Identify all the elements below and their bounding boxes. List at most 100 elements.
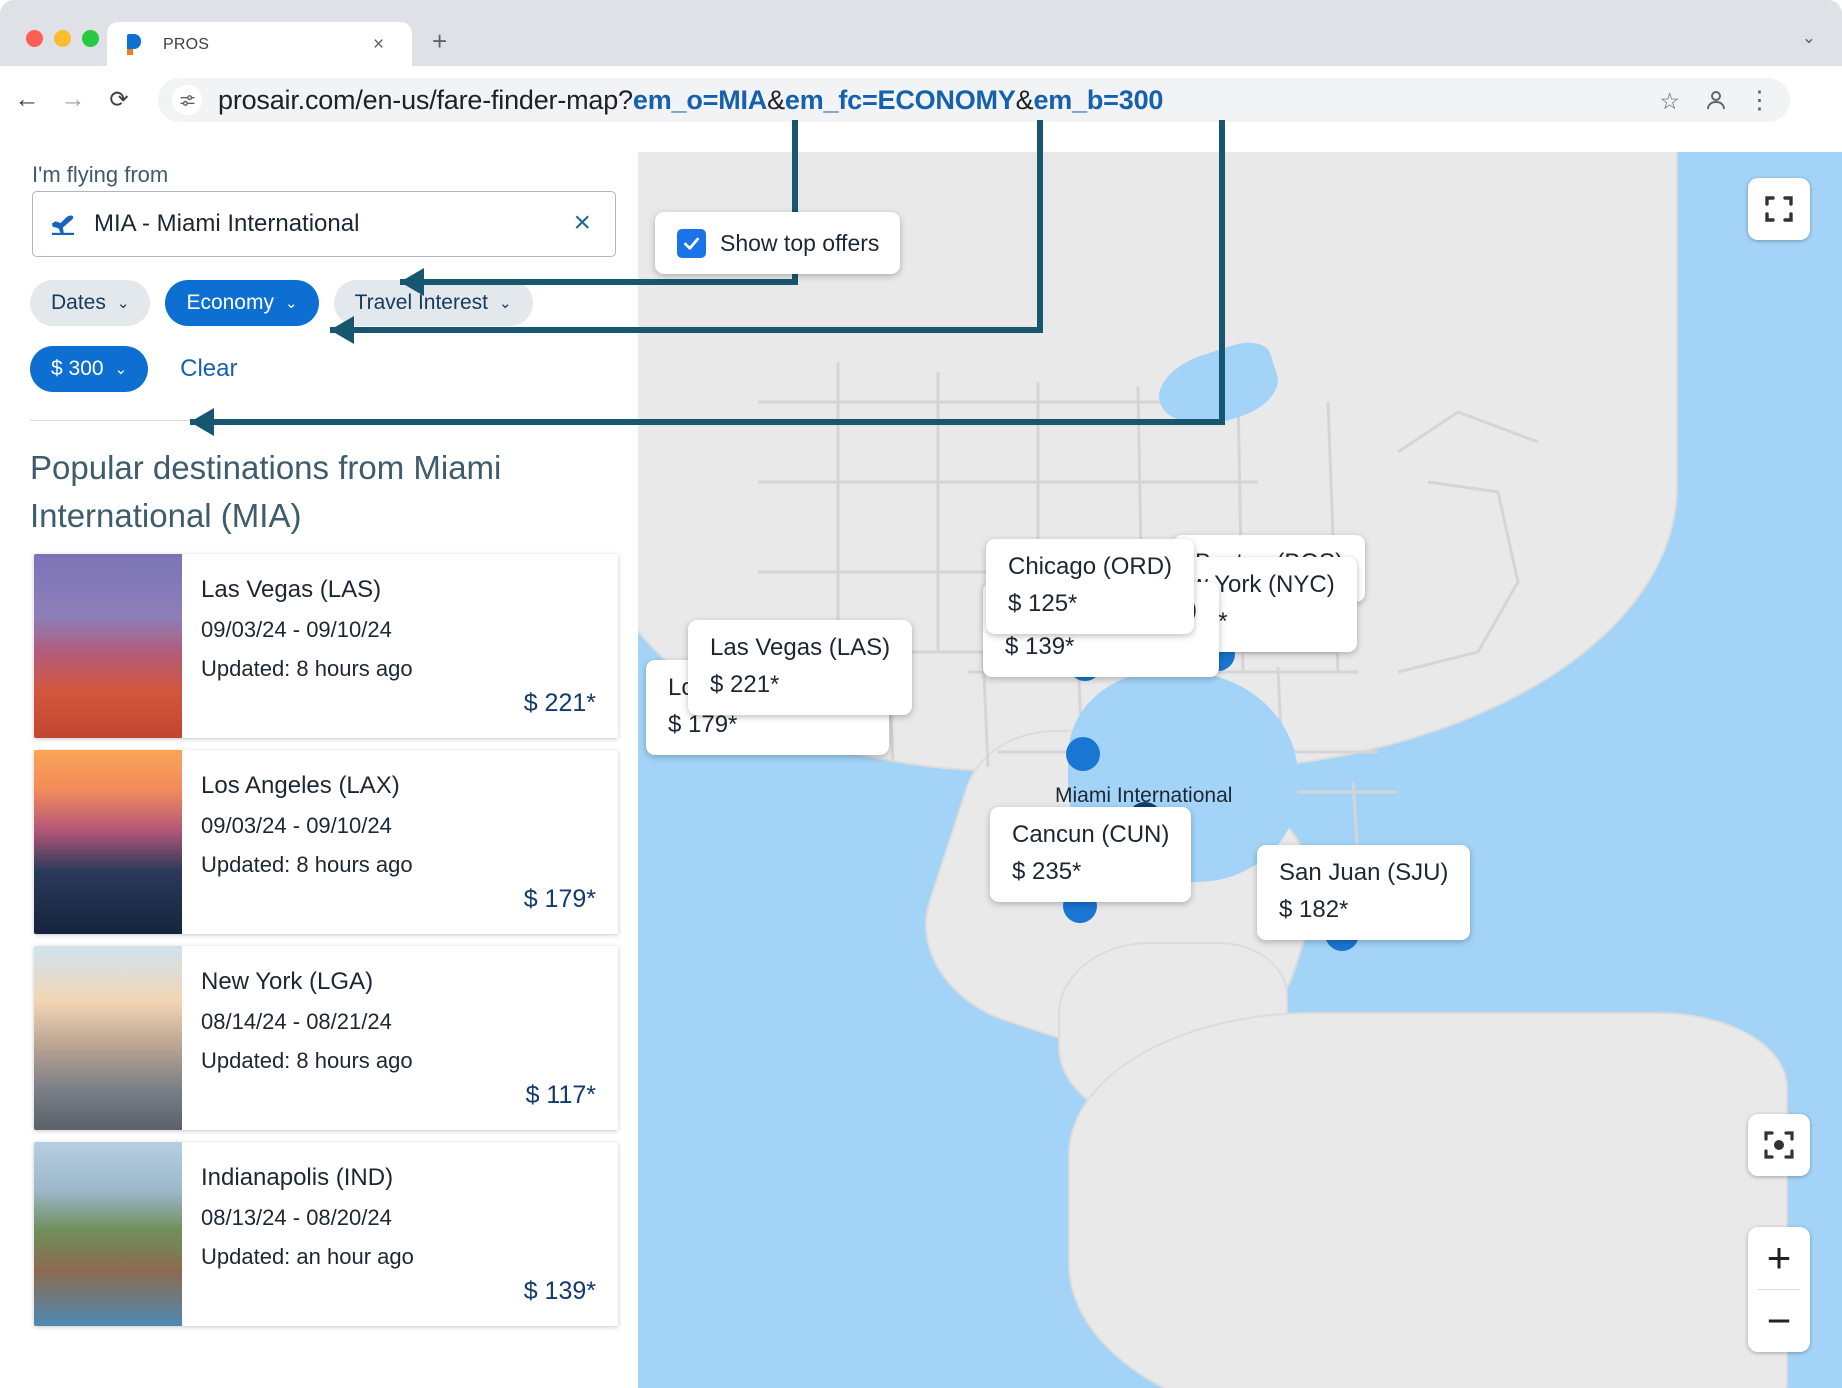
fullscreen-button[interactable]	[1748, 178, 1810, 240]
destination-updated: Updated: 8 hours ago	[201, 656, 413, 681]
url-param-origin: em_o=MIA	[632, 84, 768, 115]
show-top-offers-toggle[interactable]: Show top offers	[655, 212, 900, 274]
close-window-button[interactable]	[26, 30, 43, 47]
map-tooltip-price: $ 221*	[710, 671, 780, 698]
map-tooltip-price: $ 182*	[1279, 896, 1349, 923]
browser-window: PROS × + ⌄ ← → ⟳ prosair.com/en-us/fare-…	[0, 0, 1842, 1388]
filter-chip-travel-interest-label: Travel Interest	[354, 291, 488, 314]
checkbox-checked[interactable]	[677, 228, 706, 258]
page-content: I'm flying from MIA - Miami Internationa…	[0, 132, 1842, 1388]
filter-chips-row-2: $ 300 ⌄ Clear	[30, 346, 238, 392]
los-angeles-skyline-thumbnail	[34, 750, 182, 934]
pros-logo-icon	[127, 34, 147, 55]
list-item[interactable]: New York (LGA) 08/14/24 - 08/21/24 Updat…	[34, 946, 618, 1130]
site-settings-icon[interactable]	[172, 85, 202, 115]
minimize-window-button[interactable]	[54, 30, 71, 47]
destination-price: $ 117*	[525, 1081, 596, 1109]
window-controls	[26, 30, 99, 47]
zoom-out-button[interactable]: −	[1748, 1290, 1810, 1352]
sidebar-divider	[30, 420, 616, 421]
bookmark-star-icon[interactable]: ☆	[1659, 88, 1680, 115]
map-tooltip-san-juan[interactable]: San Juan (SJU) $ 182*	[1257, 845, 1471, 940]
destination-dates: 08/14/24 - 08/21/24	[201, 1009, 392, 1034]
destination-price: $ 179*	[523, 885, 596, 913]
reload-icon[interactable]: ⟳	[104, 84, 134, 114]
destination-updated: Updated: an hour ago	[201, 1244, 414, 1269]
map-tooltip-price: $ 235*	[1012, 858, 1082, 885]
browser-menu-icon[interactable]: ⋮	[1747, 86, 1772, 114]
origin-map-label: Miami International	[1055, 784, 1233, 807]
zoom-controls: + −	[1748, 1227, 1810, 1352]
close-icon[interactable]: ×	[369, 35, 388, 54]
chevron-down-icon: ⌄	[114, 360, 128, 378]
map-tooltip-price: $ 139*	[1005, 633, 1075, 660]
map-tooltip-cancun[interactable]: Cancun (CUN) $ 235*	[990, 807, 1192, 902]
filter-chips-row-1: Dates ⌄ Economy ⌄ Travel Interest ⌄	[30, 280, 533, 326]
filter-chip-travel-interest[interactable]: Travel Interest ⌄	[333, 280, 533, 326]
map-tooltip-name: Chicago (ORD)	[1008, 553, 1173, 580]
map-tooltip-las-vegas[interactable]: Las Vegas (LAS) $ 221*	[688, 620, 913, 715]
chevron-down-icon[interactable]: ⌄	[1802, 28, 1816, 48]
chevron-down-icon: ⌄	[116, 294, 130, 312]
chevron-down-icon: ⌄	[499, 294, 512, 312]
clear-filters-link[interactable]: Clear	[180, 355, 237, 383]
zoom-in-button[interactable]: +	[1748, 1227, 1810, 1289]
map-tooltip-name: San Juan (SJU)	[1279, 859, 1449, 886]
destination-price: $ 139*	[523, 1277, 596, 1305]
flying-from-label: I'm flying from	[32, 162, 169, 187]
clear-origin-icon[interactable]: ×	[573, 206, 591, 240]
las-vegas-skyline-thumbnail	[34, 554, 182, 738]
map-pin-las-vegas[interactable]	[1066, 737, 1100, 771]
list-item[interactable]: Indianapolis (IND) 08/13/24 - 08/20/24 U…	[34, 1142, 618, 1326]
chevron-down-icon: ⌄	[284, 294, 298, 312]
destination-price: $ 221*	[523, 689, 596, 717]
show-top-offers-label: Show top offers	[720, 229, 880, 256]
list-item[interactable]: Las Vegas (LAS) 09/03/24 - 09/10/24 Upda…	[34, 554, 618, 738]
address-bar[interactable]: prosair.com/en-us/fare-finder-map?em_o=M…	[158, 78, 1790, 122]
map-tooltip-name: Cancun (CUN)	[1012, 821, 1170, 848]
map-tooltip-price: $ 179*	[668, 711, 738, 738]
url-amp-1: &	[767, 84, 785, 115]
destination-name: Los Angeles (LAX)	[201, 772, 400, 799]
filter-chip-budget-label: $ 300	[51, 357, 104, 380]
origin-input[interactable]: MIA - Miami International ×	[32, 191, 616, 257]
destination-updated: Updated: 8 hours ago	[201, 852, 413, 877]
search-sidebar: I'm flying from MIA - Miami Internationa…	[0, 132, 638, 1388]
forward-icon[interactable]: →	[58, 84, 88, 114]
browser-tab[interactable]: PROS ×	[107, 22, 412, 67]
back-icon[interactable]: ←	[12, 84, 42, 114]
url-amp-2: &	[1015, 84, 1034, 115]
destination-dates: 09/03/24 - 09/10/24	[201, 617, 392, 642]
indianapolis-skyline-thumbnail	[34, 1142, 182, 1326]
filter-chip-dates-label: Dates	[51, 291, 106, 314]
destination-dates: 08/13/24 - 08/20/24	[201, 1205, 392, 1230]
destination-name: New York (LGA)	[201, 968, 374, 995]
map-tooltip-name: Las Vegas (LAS)	[710, 634, 891, 661]
list-item[interactable]: Los Angeles (LAX) 09/03/24 - 09/10/24 Up…	[34, 750, 618, 934]
map-tooltip-chicago[interactable]: Chicago (ORD) $ 125*	[986, 539, 1195, 634]
departing-plane-icon	[50, 211, 80, 237]
url-text: prosair.com/en-us/fare-finder-map?em_o=M…	[218, 85, 1163, 116]
url-param-budget: em_b=300	[1033, 84, 1164, 115]
locate-me-button[interactable]	[1748, 1114, 1810, 1176]
page-title: Popular destinations from Miami Internat…	[30, 449, 502, 534]
maximize-window-button[interactable]	[82, 30, 99, 47]
url-param-fareclass: em_fc=ECONOMY	[784, 84, 1016, 115]
destination-dates: 09/03/24 - 09/10/24	[201, 813, 392, 838]
profile-avatar-icon[interactable]	[1704, 88, 1728, 112]
new-tab-icon[interactable]: +	[432, 28, 447, 54]
filter-chip-cabin[interactable]: Economy ⌄	[165, 280, 319, 326]
new-york-skyline-thumbnail	[34, 946, 182, 1130]
destination-name: Indianapolis (IND)	[201, 1164, 394, 1191]
destination-name: Las Vegas (LAS)	[201, 576, 382, 603]
destination-updated: Updated: 8 hours ago	[201, 1048, 413, 1073]
filter-chip-dates[interactable]: Dates ⌄	[30, 280, 151, 326]
map-tooltip-price: $ 125*	[1008, 590, 1078, 617]
destination-list: Las Vegas (LAS) 09/03/24 - 09/10/24 Upda…	[34, 554, 618, 1338]
filter-chip-cabin-label: Economy	[186, 291, 274, 314]
tab-title: PROS	[163, 35, 210, 53]
origin-value: MIA - Miami International	[94, 210, 360, 237]
filter-chip-budget[interactable]: $ 300 ⌄	[30, 346, 149, 392]
browser-titlebar: PROS × + ⌄	[0, 0, 1842, 67]
fare-map[interactable]: Miami International Boston (BOS) New Yor…	[638, 152, 1842, 1388]
